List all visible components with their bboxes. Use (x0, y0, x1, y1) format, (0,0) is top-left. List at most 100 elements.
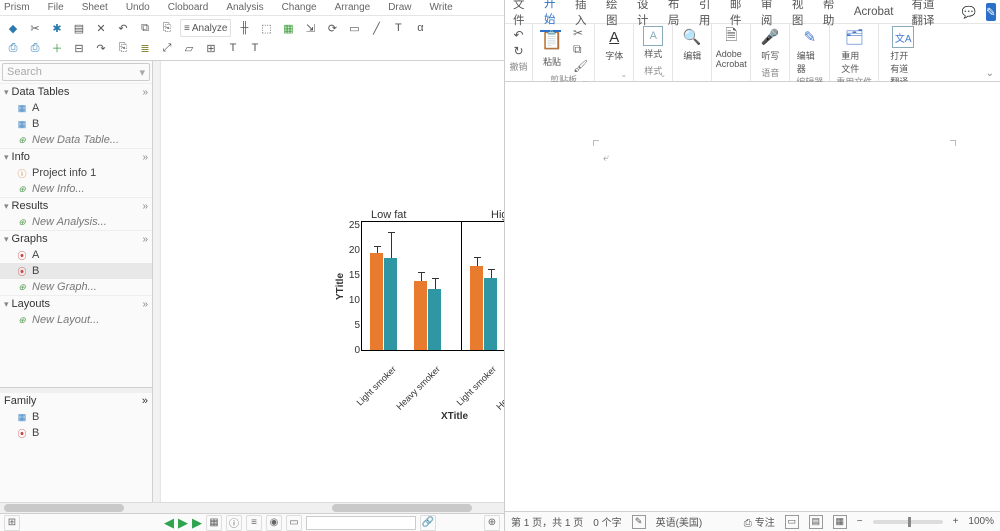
menu-item[interactable]: File (48, 2, 64, 13)
zoom-out-icon[interactable]: − (857, 516, 863, 527)
analyze-button[interactable]: ≡ Analyze (180, 19, 231, 37)
new-info[interactable]: ⊕New Info... (0, 181, 152, 197)
zoom-level[interactable]: 100% (968, 516, 994, 527)
font-button[interactable]: A字体 (601, 26, 627, 62)
tab-acrobat[interactable]: Acrobat (850, 3, 898, 21)
menu-item[interactable]: Write (430, 2, 453, 13)
zoom-icon[interactable]: ⊕ (484, 515, 500, 531)
comments-icon[interactable]: 💬 (961, 3, 975, 21)
save-icon[interactable]: ⎙ (4, 39, 22, 57)
read-mode-icon[interactable]: ▭ (785, 515, 799, 529)
editing-button[interactable]: 🔍编辑 (679, 26, 705, 62)
menu-item[interactable]: Draw (388, 2, 411, 13)
delete-icon[interactable]: ✕ (92, 19, 110, 37)
graph-b[interactable]: ⦿B (0, 263, 152, 279)
sheet-selector[interactable] (306, 516, 416, 530)
section-info[interactable]: ▾Info» (0, 148, 152, 165)
analyze-2-icon[interactable]: ≣ (136, 39, 154, 57)
new-analysis[interactable]: ⊕New Analysis... (0, 214, 152, 230)
chart-type-icon[interactable]: ╫ (235, 19, 253, 37)
paste-button[interactable]: 📋粘贴 (539, 26, 565, 73)
adobe-button[interactable]: 🗎Adobe Acrobat (718, 26, 744, 69)
menu-item[interactable]: Change (282, 2, 317, 13)
dictate-button[interactable]: 🎤听写 (757, 26, 783, 62)
align-icon[interactable]: ⇲ (301, 19, 319, 37)
new-layout[interactable]: ⊕New Layout... (0, 312, 152, 328)
youdao-button[interactable]: 文A打开有道翻译 (890, 26, 916, 88)
cut-icon[interactable]: ✂ (573, 26, 588, 40)
print-layout-icon[interactable]: ▤ (809, 515, 823, 529)
view-table-icon[interactable]: ▦ (206, 515, 222, 531)
zoom-in-icon[interactable]: + (953, 516, 959, 527)
new-sheet-icon[interactable]: ▤ (70, 19, 88, 37)
page-count[interactable]: 第 1 页，共 1 页 (511, 514, 583, 529)
family-b-graph[interactable]: ⦿B (0, 425, 152, 441)
focus-mode[interactable]: ⎙专注 (744, 514, 775, 529)
section-graphs[interactable]: ▾Graphs» (0, 230, 152, 247)
next-icon[interactable]: ▶ (192, 515, 202, 531)
view-graph-icon[interactable]: ◉ (266, 515, 282, 531)
section-family[interactable]: Family» (0, 393, 152, 409)
undo-icon[interactable]: ↶ (114, 19, 132, 37)
rotate-icon[interactable]: ⟳ (323, 19, 341, 37)
horizontal-scrollbar[interactable] (0, 502, 504, 513)
prev-icon[interactable]: ◀ (164, 515, 174, 531)
draw-line-icon[interactable]: ╱ (367, 19, 385, 37)
text-bold-icon[interactable]: T (224, 39, 242, 57)
document-area[interactable]: ⤶ (505, 82, 1000, 511)
copy-icon[interactable]: ⧉ (573, 42, 588, 57)
reuse-files-button[interactable]: 🗂重用文件 (841, 26, 867, 75)
share-button[interactable]: ✎ (986, 3, 996, 21)
editor-button[interactable]: ✎编辑器 (797, 26, 823, 75)
dropdown-icon[interactable]: ▾ (139, 66, 145, 79)
color-icon[interactable]: ▦ (279, 19, 297, 37)
scrollbar-thumb[interactable] (4, 504, 124, 512)
format-painter-icon[interactable]: 🖌 (573, 59, 588, 73)
word-count[interactable]: 0 个字 (593, 514, 621, 529)
scrollbar-thumb[interactable] (332, 504, 472, 512)
menu-item[interactable]: Analysis (226, 2, 263, 13)
view-info-icon[interactable]: ⓘ (226, 515, 242, 531)
menu-item[interactable]: Cloboard (168, 2, 209, 13)
menu-item[interactable]: Undo (126, 2, 150, 13)
project-info-1[interactable]: ⓘProject info 1 (0, 165, 152, 181)
scissors-icon[interactable]: ✂ (26, 19, 44, 37)
data-table-b[interactable]: ▦B (0, 116, 152, 132)
dialog-launcher-icon[interactable]: ⌄ (660, 70, 667, 79)
styles-button[interactable]: A样式 (640, 26, 666, 60)
text-icon[interactable]: T (389, 19, 407, 37)
format-icon[interactable]: ⬚ (257, 19, 275, 37)
menu-item[interactable]: Sheet (82, 2, 108, 13)
redo-icon[interactable]: ↻ (510, 44, 528, 58)
spellcheck-icon[interactable]: ✎ (632, 515, 646, 529)
menu-item[interactable]: Arrange (335, 2, 371, 13)
language-status[interactable]: 英语(美国) (656, 514, 703, 529)
save-as-icon[interactable]: ⎙ (26, 39, 44, 57)
draw-rect-icon[interactable]: ▭ (345, 19, 363, 37)
text-italic-icon[interactable]: T (246, 39, 264, 57)
text-alpha-icon[interactable]: α (411, 19, 429, 37)
view-results-icon[interactable]: ≡ (246, 515, 262, 531)
link-icon[interactable]: 🔗 (420, 515, 436, 531)
section-data-tables[interactable]: ▾Data Tables» (0, 83, 152, 100)
collapse-ribbon-icon[interactable]: ⌄ (980, 66, 1000, 81)
search-input[interactable]: Search▾ (2, 63, 150, 81)
section-layouts[interactable]: ▾Layouts» (0, 295, 152, 312)
new-data-table[interactable]: ⊕New Data Table... (0, 132, 152, 148)
new-graph[interactable]: ⊕New Graph... (0, 279, 152, 295)
graph-canvas[interactable]: Low fat High fat Male Female YTitle XTit… (153, 61, 504, 531)
group-icon[interactable]: ⊞ (202, 39, 220, 57)
zoom-slider[interactable] (873, 520, 943, 524)
family-b-table[interactable]: ▦B (0, 409, 152, 425)
copy-icon[interactable]: ⧉ (136, 19, 154, 37)
graph-a[interactable]: ⦿A (0, 247, 152, 263)
redo-icon[interactable]: ↷ (92, 39, 110, 57)
remove-icon[interactable]: ⊟ (70, 39, 88, 57)
view-layout-icon[interactable]: ▭ (286, 515, 302, 531)
paste-icon[interactable]: ⎘ (158, 19, 176, 37)
arrange-icon[interactable]: ▱ (180, 39, 198, 57)
clipboard-icon[interactable]: ⎘ (114, 39, 132, 57)
data-table-a[interactable]: ▦A (0, 100, 152, 116)
gear-icon[interactable]: ✱ (48, 19, 66, 37)
menu-item[interactable]: Prism (4, 2, 30, 13)
